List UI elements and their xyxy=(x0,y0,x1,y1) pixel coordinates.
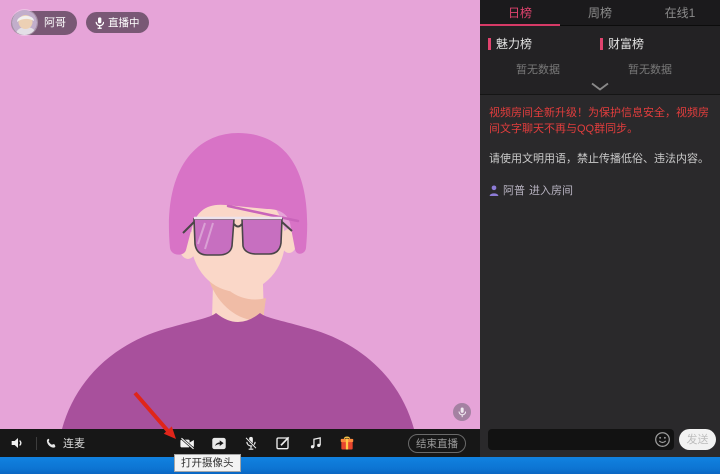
streamer-chip[interactable]: 阿哥 xyxy=(11,9,77,36)
chat-message-list: 视频房间全新升级！为保护信息安全，视频房间文字聊天不再与QQ群同步。 请使用文明… xyxy=(480,95,720,427)
screen-share-icon xyxy=(210,435,228,452)
charm-rank-empty: 暂无数据 xyxy=(488,61,588,77)
end-live-button[interactable]: 结束直播 xyxy=(408,434,466,453)
video-stream-area: 阿哥 直播中 xyxy=(0,0,480,429)
compose-icon xyxy=(275,435,291,451)
windows-taskbar[interactable] xyxy=(0,457,720,474)
rank-tab-bar: 日榜 周榜 在线1 xyxy=(480,0,720,26)
music-button[interactable] xyxy=(304,431,326,455)
speaker-icon xyxy=(9,435,25,451)
mic-off-icon xyxy=(243,435,259,452)
streamer-avatar[interactable] xyxy=(11,9,38,36)
camera-off-icon xyxy=(178,435,197,452)
microphone-icon xyxy=(458,407,466,418)
collapse-ranking-button[interactable] xyxy=(590,79,610,93)
tab-weekly-rank[interactable]: 周榜 xyxy=(560,0,640,25)
live-status-label: 直播中 xyxy=(108,15,140,30)
microphone-icon xyxy=(95,17,104,29)
camera-toggle-button[interactable] xyxy=(176,431,198,455)
connect-mic-button[interactable]: 连麦 xyxy=(45,435,85,451)
live-status-badge: 直播中 xyxy=(86,12,149,33)
stream-toolbar: 连麦 xyxy=(0,429,480,457)
chevron-down-icon xyxy=(590,82,610,91)
emoji-smiley-icon xyxy=(654,431,671,448)
mic-toggle-button[interactable] xyxy=(240,431,262,455)
charm-rank-column: 魅力榜 暂无数据 xyxy=(488,35,600,94)
user-person-icon xyxy=(489,185,499,197)
charm-rank-title: 魅力榜 xyxy=(488,35,600,52)
toolbar-divider xyxy=(36,437,37,450)
speaker-volume-button[interactable] xyxy=(6,431,28,455)
entry-user-name[interactable]: 阿普 xyxy=(503,183,525,199)
rank-accent-bar xyxy=(600,38,603,50)
tab-online-count[interactable]: 在线1 xyxy=(640,0,720,25)
chat-panel: 日榜 周榜 在线1 魅力榜 暂无数据 财富榜 暂无数据 xyxy=(480,0,720,457)
entry-action-text: 进入房间 xyxy=(529,183,573,199)
camera-tooltip: 打开摄像头 xyxy=(174,454,241,472)
emoji-picker-button[interactable] xyxy=(654,431,671,448)
wealth-rank-empty: 暂无数据 xyxy=(600,61,700,77)
civility-notice: 请使用文明用语，禁止传播低俗、违法内容。 xyxy=(489,151,711,167)
system-upgrade-notice: 视频房间全新升级！为保护信息安全，视频房间文字聊天不再与QQ群同步。 xyxy=(489,105,711,137)
wealth-rank-column: 财富榜 暂无数据 xyxy=(600,35,712,94)
streamer-placeholder-illustration xyxy=(0,0,480,429)
screen-share-button[interactable] xyxy=(208,431,230,455)
tab-daily-rank[interactable]: 日榜 xyxy=(480,0,560,25)
wealth-rank-title: 财富榜 xyxy=(600,35,712,52)
chat-input-bar: 发送 xyxy=(480,427,720,457)
phone-icon xyxy=(45,437,58,450)
announcement-edit-button[interactable] xyxy=(272,431,294,455)
stream-mic-indicator[interactable] xyxy=(453,403,471,421)
send-button[interactable]: 发送 xyxy=(679,429,716,450)
app-window: 阿哥 直播中 xyxy=(0,0,720,474)
rank-accent-bar xyxy=(488,38,491,50)
music-note-icon xyxy=(308,435,323,451)
gift-icon xyxy=(338,435,356,452)
connect-mic-label: 连麦 xyxy=(63,435,85,451)
gift-button[interactable] xyxy=(336,431,358,455)
ranking-section: 魅力榜 暂无数据 财富榜 暂无数据 xyxy=(480,26,720,95)
room-entry-event: 阿普 进入房间 xyxy=(489,183,711,199)
chat-message-input[interactable] xyxy=(488,429,674,450)
